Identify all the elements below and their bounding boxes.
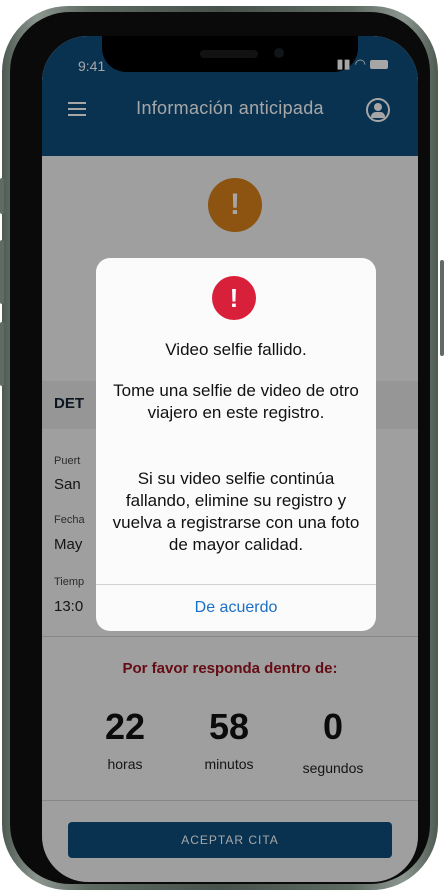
alert-dialog: ! Video selfie fallido. Tome una selfie … bbox=[96, 258, 376, 631]
error-icon: ! bbox=[212, 276, 256, 320]
volume-down-button bbox=[0, 322, 4, 386]
volume-up-button bbox=[0, 240, 4, 304]
phone-bezel: 9:41 ▮▮ ◠ Información anticipada ! DET P… bbox=[10, 12, 430, 884]
alert-message: Tome una selfie de video de otro viajero… bbox=[113, 381, 359, 422]
mute-switch bbox=[0, 178, 4, 214]
alert-message: Si su video selfie continúa fallando, el… bbox=[112, 469, 360, 554]
power-button bbox=[440, 260, 444, 356]
ok-button[interactable]: De acuerdo bbox=[96, 585, 376, 631]
phone-frame: 9:41 ▮▮ ◠ Información anticipada ! DET P… bbox=[2, 6, 438, 890]
alert-title: Video selfie fallido. bbox=[165, 340, 307, 359]
screen: 9:41 ▮▮ ◠ Información anticipada ! DET P… bbox=[42, 36, 418, 882]
